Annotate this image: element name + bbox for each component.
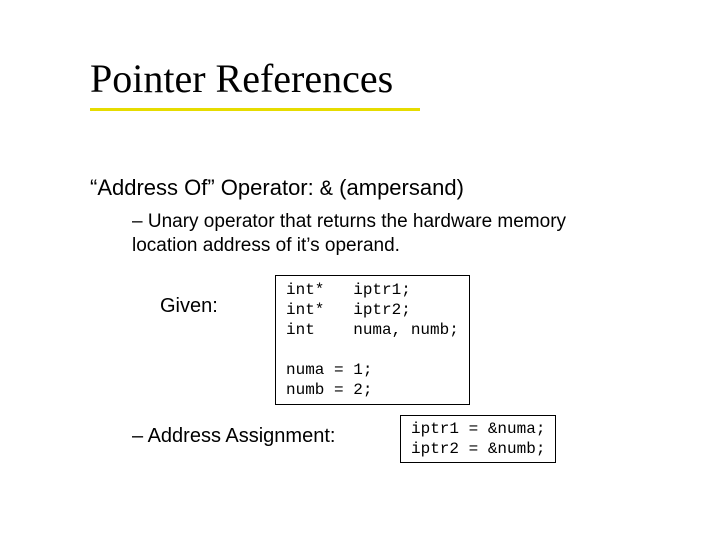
- bullet-address-assignment: – Address Assignment:: [132, 425, 335, 448]
- ampersand-symbol: &: [320, 177, 333, 202]
- operator-heading: “Address Of” Operator: & (ampersand): [90, 175, 464, 202]
- operator-heading-prefix: “Address Of” Operator:: [90, 175, 320, 200]
- bullet-unary-operator: – Unary operator that returns the hardwa…: [132, 210, 632, 258]
- code-box-declarations: int* iptr1; int* iptr2; int numa, numb; …: [275, 275, 470, 405]
- operator-heading-suffix: (ampersand): [333, 175, 464, 200]
- title-underline: [90, 108, 420, 111]
- given-label: Given:: [160, 295, 218, 318]
- slide: Pointer References “Address Of” Operator…: [0, 0, 720, 540]
- slide-title: Pointer References: [90, 55, 393, 102]
- code-box-assignment: iptr1 = &numa; iptr2 = &numb;: [400, 415, 556, 463]
